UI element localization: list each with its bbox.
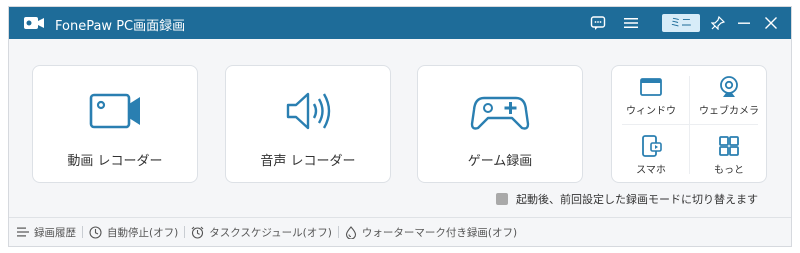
close-icon[interactable] xyxy=(761,13,781,33)
phone-recorder-button[interactable]: スマホ xyxy=(612,125,690,183)
audio-recorder-label: 音声 レコーダー xyxy=(260,154,356,169)
footer-separator xyxy=(184,226,186,238)
auto-stop-button[interactable]: 自動停止(オフ) xyxy=(89,225,178,240)
footer-bar: 録画履歴 自動停止(オフ) タスクスケジュール(オフ) ウォーターマーク付き録画… xyxy=(9,218,791,246)
more-grid-icon xyxy=(719,136,739,156)
task-schedule-label: タスクスケジュール(オフ) xyxy=(209,226,332,239)
chat-icon[interactable] xyxy=(588,13,608,33)
phone-recorder-label: スマホ xyxy=(636,165,666,176)
startup-mode-option: 起動後、前回設定した録画モードに切り替えます xyxy=(496,191,758,207)
phone-icon xyxy=(642,135,662,157)
minimize-icon[interactable] xyxy=(734,13,754,33)
app-title: FonePaw PC画面録画 xyxy=(55,19,186,34)
mini-mode-button[interactable]: ミニ xyxy=(662,14,700,32)
webcam-recorder-button[interactable]: ウェブカメラ xyxy=(690,66,768,124)
startup-mode-checkbox[interactable] xyxy=(496,193,508,205)
more-tools-label: もっと xyxy=(714,165,744,176)
recording-history-button[interactable]: 録画履歴 xyxy=(17,225,76,240)
game-recorder-card[interactable]: ゲーム録画 xyxy=(417,65,583,183)
webcam-icon xyxy=(720,76,738,97)
video-recorder-label: 動画 レコーダー xyxy=(67,154,163,169)
footer-separator xyxy=(82,226,83,238)
webcam-recorder-label: ウェブカメラ xyxy=(699,106,759,117)
video-recorder-card[interactable]: 動画 レコーダー xyxy=(32,65,198,183)
auto-stop-label: 自動停止(オフ) xyxy=(107,226,179,239)
alarm-clock-icon xyxy=(191,226,204,239)
game-recorder-label: ゲーム録画 xyxy=(467,154,533,169)
startup-mode-label: 起動後、前回設定した録画モードに切り替えます xyxy=(516,193,758,206)
audio-recorder-card[interactable]: 音声 レコーダー xyxy=(225,65,391,183)
recording-history-label: 録画履歴 xyxy=(34,226,76,239)
window-recorder-label: ウィンドウ xyxy=(626,106,676,117)
tools-panel: ウィンドウ ウェブカメラ スマホ もっと xyxy=(611,65,767,183)
title-bar: FonePaw PC画面録画 ミニ xyxy=(9,7,791,39)
gamepad-icon xyxy=(470,96,530,130)
water-drop-icon xyxy=(345,225,356,239)
footer-separator xyxy=(337,226,339,238)
watermark-label: ウォーターマーク付き録画(オフ) xyxy=(361,226,518,239)
video-camera-icon xyxy=(89,93,140,129)
app-logo-icon xyxy=(24,17,44,29)
window-recorder-button[interactable]: ウィンドウ xyxy=(612,66,690,124)
speaker-icon xyxy=(286,92,331,130)
pin-icon[interactable] xyxy=(708,13,728,33)
menu-icon[interactable] xyxy=(621,13,641,33)
more-tools-button[interactable]: もっと xyxy=(690,125,768,183)
history-list-icon xyxy=(17,227,29,237)
clock-icon xyxy=(89,225,102,239)
window-icon xyxy=(640,78,662,96)
watermark-button[interactable]: ウォーターマーク付き録画(オフ) xyxy=(345,225,517,240)
task-schedule-button[interactable]: タスクスケジュール(オフ) xyxy=(191,225,332,240)
app-window: FonePaw PC画面録画 ミニ 動画 レコーダー 音声 レコーダー ゲーム録… xyxy=(8,6,792,247)
